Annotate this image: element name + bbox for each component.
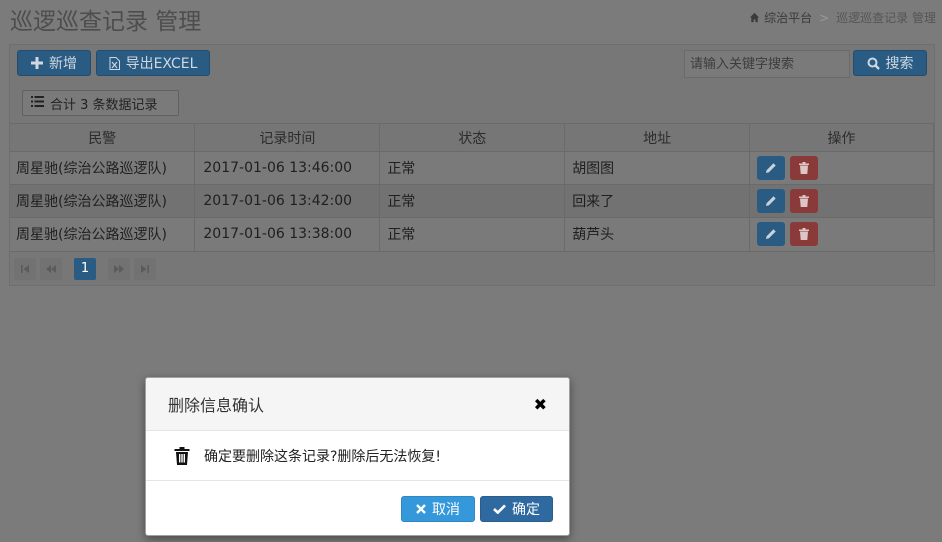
first-page-icon <box>21 264 29 273</box>
dialog-title: 删除信息确认 <box>168 396 265 415</box>
breadcrumb: 综治平台 > 巡逻巡查记录 管理 <box>749 9 936 26</box>
breadcrumb-separator: > <box>819 10 830 25</box>
records-table: 民警 记录时间 状态 地址 操作 周星驰(综治公路巡逻队) 2017-01-06… <box>10 123 934 251</box>
cell-time: 2017-01-06 13:46:00 <box>194 151 381 185</box>
pencil-icon <box>766 229 776 240</box>
pencil-icon <box>766 163 776 173</box>
record-count-label: 合计 3 条数据记录 <box>50 97 158 113</box>
delete-button[interactable] <box>790 156 819 180</box>
table-header-row: 民警 记录时间 状态 地址 操作 <box>10 123 934 152</box>
breadcrumb-current: 巡逻巡查记录 管理 <box>836 11 936 25</box>
confirm-button-label: 确定 <box>512 501 540 518</box>
table-row[interactable]: 周星驰(综治公路巡逻队) 2017-01-06 13:38:00 正常 葫芦头 <box>10 217 934 251</box>
search-button-label: 搜索 <box>885 56 914 72</box>
dialog-header: 删除信息确认 ✖ <box>146 378 569 431</box>
search-input[interactable] <box>684 50 850 78</box>
edit-button[interactable] <box>757 189 786 213</box>
home-icon <box>750 12 760 23</box>
last-page-icon <box>141 264 149 273</box>
cell-time: 2017-01-06 13:42:00 <box>194 184 381 218</box>
delete-confirm-dialog: 删除信息确认 ✖ 确定要删除这条记录?删除后无法恢复! 取消 确定 <box>145 377 570 536</box>
cell-time: 2017-01-06 13:38:00 <box>194 217 381 251</box>
cell-status: 正常 <box>379 184 566 218</box>
cell-actions <box>749 184 934 218</box>
pagination: 1 <box>10 251 934 285</box>
plus-icon <box>31 57 43 69</box>
last-page-button[interactable] <box>134 257 156 280</box>
export-button-label: 导出EXCEL <box>125 56 198 72</box>
search-icon <box>867 57 880 70</box>
close-icon[interactable]: ✖ <box>534 395 547 414</box>
first-page-button[interactable] <box>14 257 36 280</box>
column-header-officer[interactable]: 民警 <box>10 123 196 152</box>
delete-button[interactable] <box>790 189 819 213</box>
cell-officer: 周星驰(综治公路巡逻队) <box>10 151 196 185</box>
edit-button[interactable] <box>757 156 786 180</box>
prev-page-button[interactable] <box>40 257 62 280</box>
records-panel: 新增 导出EXCEL 搜索 合计 3 条数据记录 民警 记录时间 状态 地址 <box>9 44 935 286</box>
cancel-button-label: 取消 <box>432 501 460 518</box>
cell-status: 正常 <box>379 217 566 251</box>
pencil-icon <box>766 196 776 206</box>
trash-icon <box>799 228 810 241</box>
excel-file-icon <box>109 56 120 70</box>
cancel-button[interactable]: 取消 <box>401 495 475 522</box>
delete-button[interactable] <box>790 222 819 247</box>
cell-address: 胡图图 <box>564 151 751 185</box>
cell-actions <box>749 151 934 185</box>
trash-icon <box>799 195 810 207</box>
dialog-body: 确定要删除这条记录?删除后无法恢复! <box>146 431 569 481</box>
page-title: 巡逻巡查记录 管理 <box>10 9 202 35</box>
cell-actions <box>749 217 934 251</box>
column-header-status[interactable]: 状态 <box>379 123 566 152</box>
x-icon <box>416 503 426 514</box>
record-count-button[interactable]: 合计 3 条数据记录 <box>22 90 179 116</box>
table-row[interactable]: 周星驰(综治公路巡逻队) 2017-01-06 13:42:00 正常 回来了 <box>10 184 934 218</box>
search-button[interactable]: 搜索 <box>853 50 927 76</box>
trash-icon <box>799 162 810 174</box>
edit-button[interactable] <box>757 222 786 247</box>
export-excel-button[interactable]: 导出EXCEL <box>96 50 210 76</box>
column-header-address[interactable]: 地址 <box>564 123 751 152</box>
cell-officer: 周星驰(综治公路巡逻队) <box>10 184 196 218</box>
next-page-button[interactable] <box>108 257 130 280</box>
add-button-label: 新增 <box>49 56 77 72</box>
check-icon <box>493 503 506 514</box>
column-header-time[interactable]: 记录时间 <box>194 123 381 152</box>
prev-page-icon <box>46 264 56 273</box>
trash-icon <box>174 446 190 465</box>
list-icon <box>31 95 44 111</box>
breadcrumb-home-link[interactable]: 综治平台 <box>764 9 812 26</box>
table-row[interactable]: 周星驰(综治公路巡逻队) 2017-01-06 13:46:00 正常 胡图图 <box>10 151 934 185</box>
confirm-button[interactable]: 确定 <box>480 495 553 522</box>
dialog-footer: 取消 确定 <box>146 481 569 536</box>
cell-status: 正常 <box>379 151 566 185</box>
next-page-icon <box>114 264 124 273</box>
cell-address: 回来了 <box>564 184 751 218</box>
column-header-actions: 操作 <box>749 123 934 152</box>
add-button[interactable]: 新增 <box>17 50 91 76</box>
dialog-message: 确定要删除这条记录?删除后无法恢复! <box>204 448 442 465</box>
page-button-current[interactable]: 1 <box>74 257 96 280</box>
cell-address: 葫芦头 <box>564 217 751 251</box>
cell-officer: 周星驰(综治公路巡逻队) <box>10 217 196 251</box>
